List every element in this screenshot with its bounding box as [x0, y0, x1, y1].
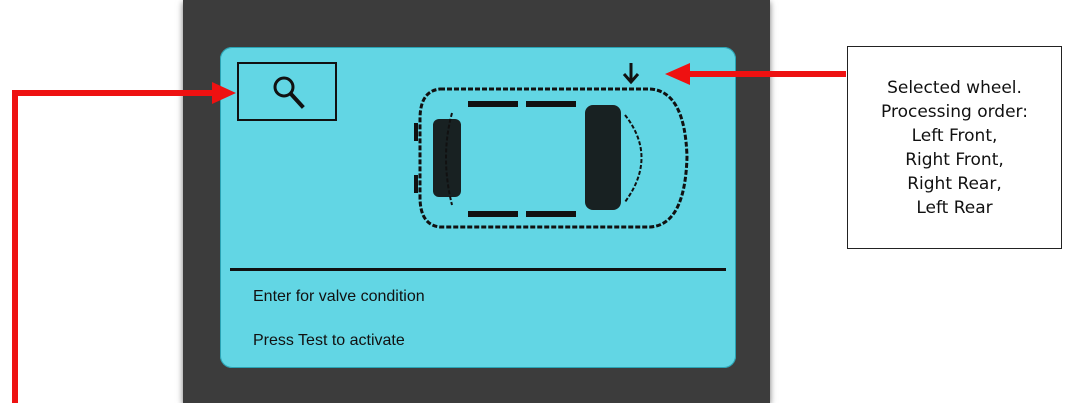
wheel-pointer-arrow: [665, 63, 846, 85]
pointer-arrows: [12, 63, 846, 403]
search-pointer-arrow: [12, 82, 236, 403]
